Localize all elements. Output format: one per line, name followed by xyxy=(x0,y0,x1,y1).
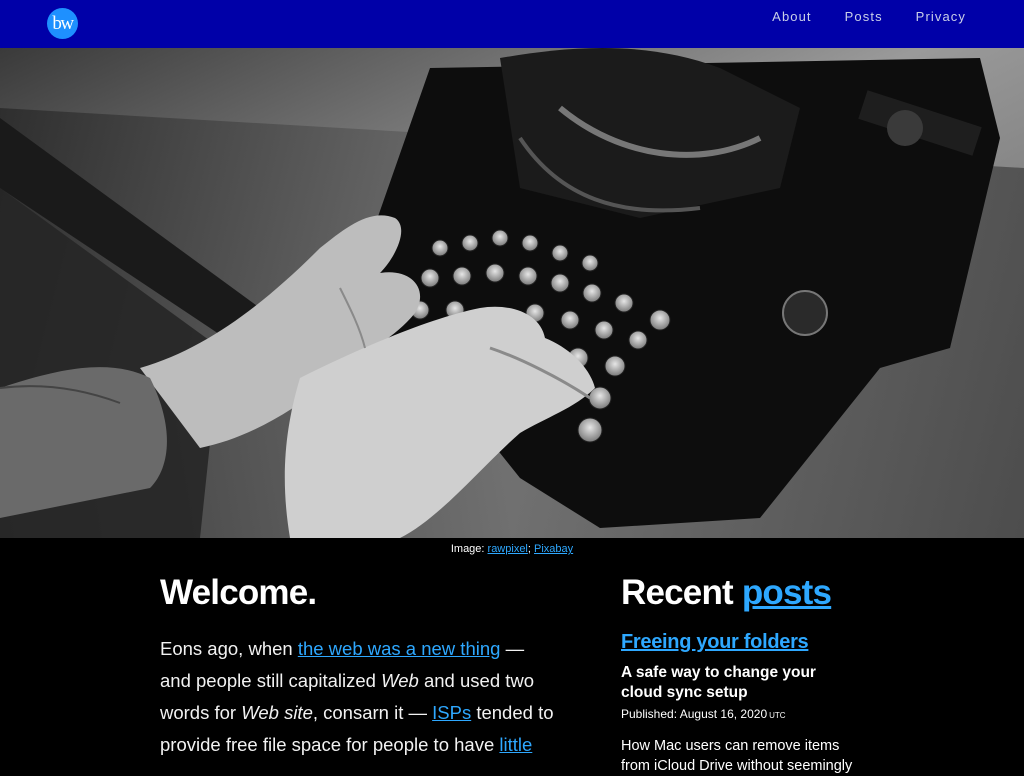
welcome-text-1: Eons ago, when xyxy=(160,638,298,659)
post-excerpt: How Mac users can remove items from iClo… xyxy=(621,738,853,774)
welcome-text-4: , consarn it — xyxy=(312,702,433,723)
little-link[interactable]: little xyxy=(499,734,532,755)
post-timezone: UTC xyxy=(769,711,786,720)
nav-about[interactable]: About xyxy=(772,9,811,24)
caption-source-link[interactable]: Pixabay xyxy=(534,543,573,555)
hero-image xyxy=(0,48,1024,538)
post-subtitle: A safe way to change your cloud sync set… xyxy=(621,664,816,701)
caption-credit-link[interactable]: rawpixel xyxy=(488,543,528,555)
post-date: Published: August 16, 2020 UTC xyxy=(621,707,871,721)
main-nav: About Posts Privacy xyxy=(772,9,966,24)
web-new-thing-link[interactable]: the web was a new thing xyxy=(298,638,501,659)
recent-heading-prefix: Recent xyxy=(621,573,742,612)
site-logo[interactable]: bw xyxy=(47,8,78,39)
nav-posts[interactable]: Posts xyxy=(845,9,883,24)
recent-posts-section: Recent posts Freeing your folders A safe… xyxy=(621,573,871,776)
posts-link[interactable]: posts xyxy=(742,573,832,612)
post-date-label: Published: August 16, 2020 xyxy=(621,707,768,721)
welcome-em-web: Web xyxy=(381,670,419,691)
post-title-link[interactable]: Freeing your folders xyxy=(621,631,871,654)
image-caption: Image: rawpixel; Pixabay xyxy=(0,543,1024,555)
welcome-section: Welcome. Eons ago, when the web was a ne… xyxy=(160,573,560,761)
typewriter-photo xyxy=(0,48,1024,538)
site-header: bw About Posts Privacy xyxy=(0,0,1024,48)
caption-prefix: Image: xyxy=(450,543,488,555)
welcome-paragraph: Eons ago, when the web was a new thing —… xyxy=(160,633,560,761)
welcome-heading: Welcome. xyxy=(160,573,317,612)
nav-privacy[interactable]: Privacy xyxy=(916,9,966,24)
recent-posts-heading: Recent posts xyxy=(621,573,871,613)
welcome-em-website: Web site xyxy=(241,702,313,723)
isps-link[interactable]: ISPs xyxy=(432,702,471,723)
